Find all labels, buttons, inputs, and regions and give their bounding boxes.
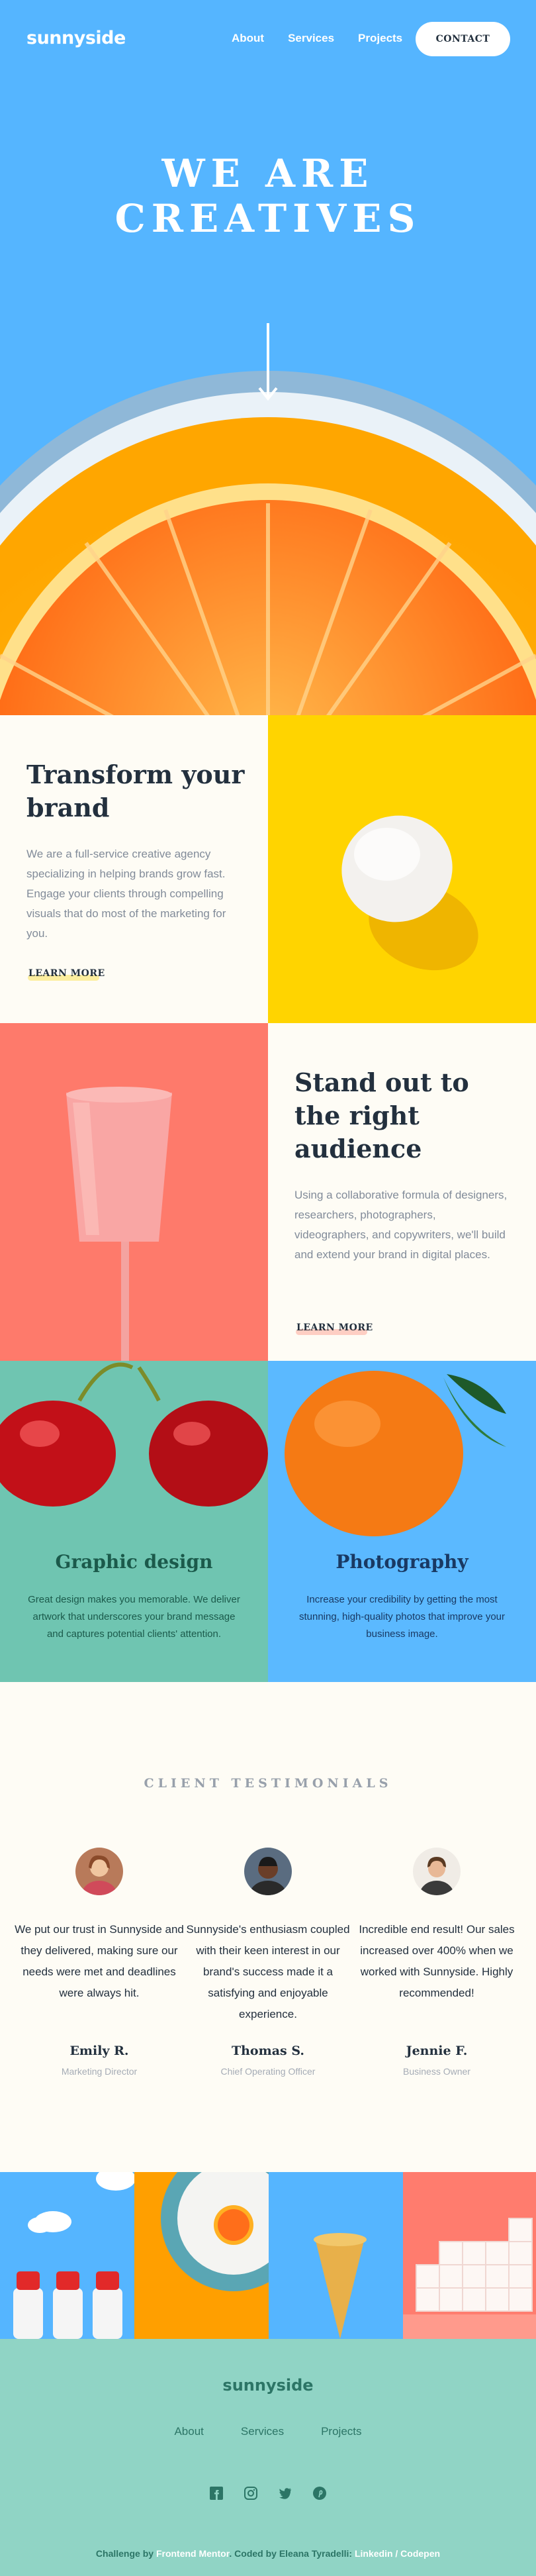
contact-button[interactable]: CONTACT — [416, 22, 510, 56]
testimonial-name: Emily R. — [69, 2044, 129, 2058]
hero-title: WE ARE CREATIVES — [114, 151, 422, 241]
footer-links: About Services Projects — [0, 2425, 536, 2438]
social-links — [0, 2486, 536, 2501]
avatar — [244, 1848, 292, 1895]
testimonial-name: Jennie F. — [406, 2044, 468, 2058]
testimonials-heading: CLIENT TESTIMONIALS — [144, 1776, 392, 1791]
services-section: Graphic design Great design makes you me… — [0, 1361, 536, 1682]
arrow-down-icon[interactable] — [258, 323, 278, 403]
footer-logo[interactable]: sunnyside — [0, 2376, 536, 2395]
gallery-sugar-cubes — [403, 2172, 536, 2339]
top-nav: sunnyside About Services Projects CONTAC… — [0, 0, 536, 79]
attribution: Challenge by Frontend Mentor. Coded by E… — [0, 2548, 536, 2559]
service-body: Great design makes you memorable. We del… — [28, 1594, 240, 1640]
feature-body: Using a collaborative formula of designe… — [294, 1189, 508, 1261]
feature-body: We are a full-service creative agency sp… — [26, 848, 226, 940]
feature-standout: Stand out to the right audience Using a … — [0, 1023, 536, 1361]
nav-links: About Services Projects — [232, 32, 402, 45]
frontend-mentor-link[interactable]: Frontend Mentor — [156, 2548, 229, 2559]
testimonial-role: Chief Operating Officer — [220, 2066, 316, 2077]
learn-more-link[interactable]: LEARN MORE — [28, 968, 105, 979]
nav-about[interactable]: About — [232, 32, 264, 45]
service-title: Photography — [335, 1551, 469, 1573]
learn-more-link[interactable]: LEARN MORE — [296, 1322, 373, 1333]
pinterest-icon[interactable] — [312, 2486, 327, 2501]
testimonial-quote: We put our trust in Sunnyside and they d… — [15, 1923, 184, 1999]
footer-link-projects[interactable]: Projects — [321, 2425, 361, 2438]
service-photography: Photography Increase your credibility by… — [268, 1361, 536, 1682]
testimonial-role: Marketing Director — [61, 2066, 138, 2077]
footer-link-about[interactable]: About — [174, 2425, 203, 2438]
gallery-milk-bottles — [0, 2172, 134, 2339]
gallery — [0, 2172, 536, 2339]
service-graphic-design: Graphic design Great design makes you me… — [0, 1361, 268, 1682]
egg-image — [268, 715, 536, 1053]
feature-title: Transform your brand — [26, 760, 245, 822]
nav-projects[interactable]: Projects — [358, 32, 402, 45]
feature-text: Stand out to the right audience Using a … — [268, 1023, 536, 1361]
gallery-orange-plate — [134, 2172, 269, 2339]
twitter-icon[interactable] — [278, 2486, 292, 2501]
logo[interactable]: sunnyside — [26, 28, 126, 48]
testimonial-quote: Incredible end result! Our sales increas… — [359, 1923, 515, 1999]
feature-text: Transform your brand We are a full-servi… — [0, 715, 268, 1053]
feature-transform: Transform your brand We are a full-servi… — [0, 715, 536, 1053]
facebook-icon[interactable] — [209, 2486, 224, 2501]
instagram-icon[interactable] — [244, 2486, 258, 2501]
testimonials-section: CLIENT TESTIMONIALS We put our trust in … — [0, 1682, 536, 2172]
service-body: Increase your credibility by getting the… — [298, 1594, 505, 1640]
testimonial-name: Thomas S. — [231, 2044, 304, 2058]
avatar — [75, 1848, 123, 1895]
footer: sunnyside About Services Projects Challe… — [0, 2339, 536, 2576]
service-title: Graphic design — [55, 1551, 213, 1573]
avatar — [413, 1848, 461, 1895]
testimonial-role: Business Owner — [403, 2066, 470, 2077]
orange-hero-image — [0, 371, 536, 715]
hero-section: sunnyside About Services Projects CONTAC… — [0, 0, 536, 715]
attribution-prefix: Challenge by — [95, 2548, 154, 2559]
nav-services[interactable]: Services — [288, 32, 334, 45]
attribution-middle: . Coded by Eleana Tyradelli: — [229, 2548, 353, 2559]
gallery-ice-cream-cone — [269, 2172, 403, 2339]
testimonial-quote: Sunnyside's enthusiasm coupled with thei… — [186, 1923, 350, 2020]
author-links[interactable]: Linkedin / Codepen — [355, 2548, 440, 2559]
cup-image — [0, 1023, 268, 1361]
footer-link-services[interactable]: Services — [241, 2425, 284, 2438]
feature-title: Stand out to the right audience — [294, 1067, 469, 1164]
